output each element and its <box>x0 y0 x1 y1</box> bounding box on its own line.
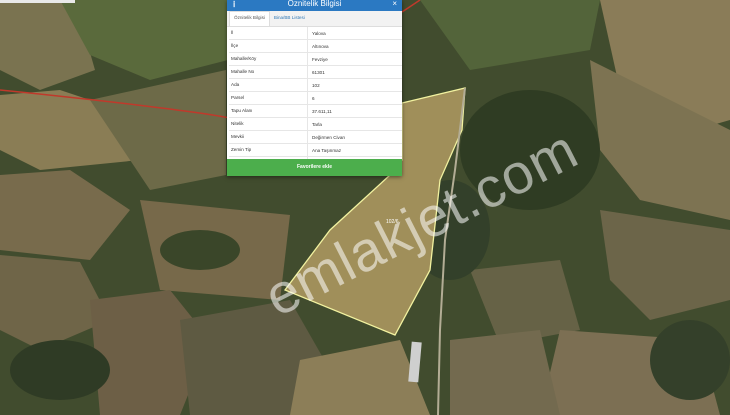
table-row: Zemin Tip Ana Taşınmaz <box>229 144 402 157</box>
row-key: Zemin Tip <box>229 144 308 156</box>
row-key: Mahalle/Köy <box>229 53 308 65</box>
row-value: Ana Taşınmaz <box>312 147 342 153</box>
row-value: 6 <box>312 95 315 101</box>
row-key: Ada <box>229 79 308 91</box>
row-key: İlçe <box>229 40 308 52</box>
row-key: Mahalle No <box>229 66 308 78</box>
table-row: Ada 102 <box>229 79 402 92</box>
top-strip <box>0 0 75 3</box>
row-key: Tapu Alanı <box>229 105 308 117</box>
table-row: Tapu Alanı 37.611,11 <box>229 105 402 118</box>
row-value: Tarla <box>312 121 322 127</box>
row-value: 102 <box>312 82 320 88</box>
table-row: Mahalle No 61301 <box>229 66 402 79</box>
row-value: Altınova <box>312 43 329 49</box>
row-value: 37.611,11 <box>312 108 332 114</box>
tab-attribute-info[interactable]: Öznitelik Bilgisi <box>229 11 270 26</box>
table-row: Mevkii Değirmen Civarı <box>229 131 402 144</box>
panel-header: ⅰ Öznitelik Bilgisi × <box>227 0 402 11</box>
row-value: 61301 <box>312 69 325 75</box>
tab-building-list[interactable]: Bina/BB Listesi <box>270 12 309 26</box>
attribute-table: İl Yalova İlçe Altınova Mahalle/Köy Fevziye… <box>229 27 402 170</box>
table-row: İlçe Altınova <box>229 40 402 53</box>
row-value: Fevziye <box>312 56 328 62</box>
panel-title: Öznitelik Bilgisi <box>287 0 342 8</box>
table-row: Nitelik Tarla <box>229 118 402 131</box>
table-row: İl Yalova <box>229 27 402 40</box>
row-key: Nitelik <box>229 118 308 130</box>
add-favorite-button[interactable]: Favorilere ekle <box>227 159 402 176</box>
table-row: Parsel 6 <box>229 92 402 105</box>
panel-tabs: Öznitelik Bilgisi Bina/BB Listesi <box>227 11 402 27</box>
attribute-panel: ⅰ Öznitelik Bilgisi × Öznitelik Bilgisi … <box>227 0 402 176</box>
row-value: Değirmen Civarı <box>312 134 346 140</box>
row-value: Yalova <box>312 30 326 36</box>
row-key: Parsel <box>229 92 308 104</box>
table-row: Mahalle/Köy Fevziye <box>229 53 402 66</box>
row-key: Mevkii <box>229 131 308 143</box>
row-key: İl <box>229 27 308 39</box>
close-icon[interactable]: × <box>392 0 397 8</box>
